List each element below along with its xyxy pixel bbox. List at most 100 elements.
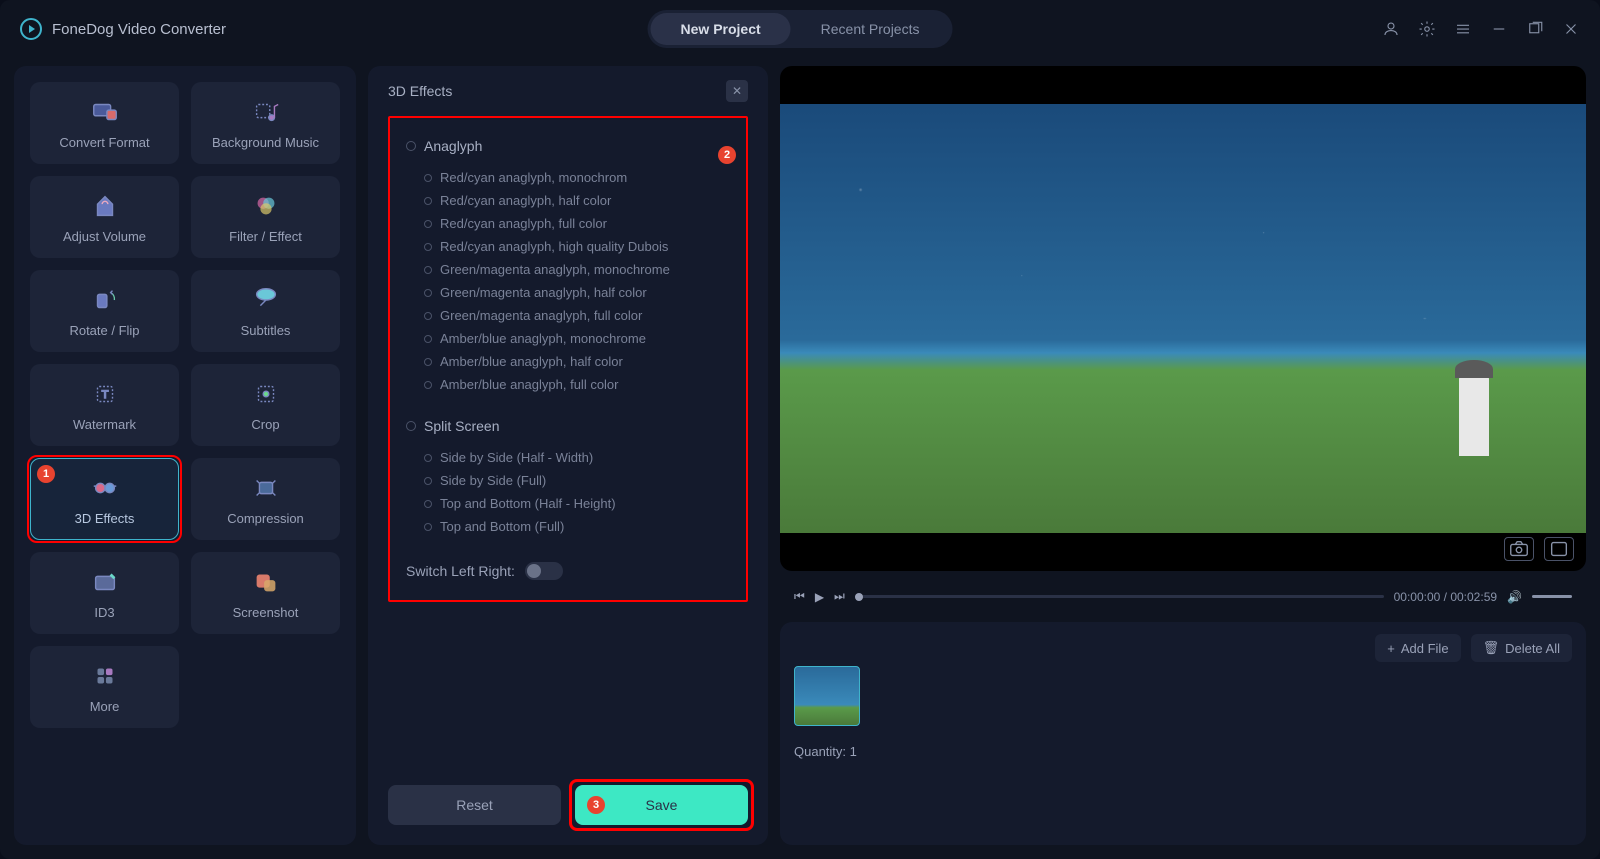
option-split-0[interactable]: Side by Side (Half - Width) [424,446,730,469]
group-anaglyph[interactable]: Anaglyph [406,138,730,154]
maximize-icon[interactable] [1526,20,1544,38]
tool-label: Convert Format [59,135,149,150]
3d-glasses-icon [90,473,120,503]
tool-label: Subtitles [241,323,291,338]
tool-label: ID3 [94,605,114,620]
id3-icon [90,567,120,597]
option-anaglyph-4[interactable]: Green/magenta anaglyph, monochrome [424,258,730,281]
play-button[interactable]: ▶ [815,590,824,604]
rotate-icon [90,285,120,315]
logo-group: FoneDog Video Converter [20,18,226,40]
annotation-badge-1: 1 [37,465,55,483]
option-anaglyph-9[interactable]: Amber/blue anaglyph, full color [424,373,730,396]
option-anaglyph-2[interactable]: Red/cyan anaglyph, full color [424,212,730,235]
panel-body: 2 Anaglyph Red/cyan anaglyph, monochrom … [368,116,768,785]
annotation-badge-2: 2 [718,146,736,164]
annotation-badge-3: 3 [587,796,605,814]
option-split-2[interactable]: Top and Bottom (Half - Height) [424,492,730,515]
file-thumbnail[interactable] [794,666,860,726]
svg-text:T: T [101,388,108,400]
tool-screenshot[interactable]: Screenshot [191,552,340,634]
reset-button[interactable]: Reset [388,785,561,825]
menu-icon[interactable] [1454,20,1472,38]
player-timeline: ⏮ ▶ ⏭ 00:00:00 / 00:02:59 🔊 [780,583,1586,610]
app-title: FoneDog Video Converter [52,21,226,38]
file-list-panel: +Add File 🗑Delete All Quantity: 1 [780,622,1586,845]
tool-label: Filter / Effect [229,229,302,244]
quantity-display: Quantity: 1 [794,744,1572,759]
time-display: 00:00:00 / 00:02:59 [1394,590,1497,604]
add-file-button[interactable]: +Add File [1375,634,1460,662]
tool-label: Rotate / Flip [69,323,139,338]
option-anaglyph-7[interactable]: Amber/blue anaglyph, monochrome [424,327,730,350]
effects-panel: 3D Effects ✕ 2 Anaglyph Red/cyan anaglyp… [368,66,768,845]
tab-new-project[interactable]: New Project [651,13,791,45]
watermark-icon: T [90,379,120,409]
tool-crop[interactable]: Crop [191,364,340,446]
more-icon [90,661,120,691]
option-anaglyph-8[interactable]: Amber/blue anaglyph, half color [424,350,730,373]
tool-label: 3D Effects [75,511,135,526]
option-anaglyph-6[interactable]: Green/magenta anaglyph, full color [424,304,730,327]
filter-icon [251,191,281,221]
tool-label: Adjust Volume [63,229,146,244]
app-window: FoneDog Video Converter New Project Rece… [0,0,1600,859]
settings-icon[interactable] [1418,20,1436,38]
tool-label: Crop [251,417,279,432]
volume-icon[interactable]: 🔊 [1507,590,1522,604]
anaglyph-options: Red/cyan anaglyph, monochrom Red/cyan an… [406,166,730,396]
right-panel: ⏮ ▶ ⏭ 00:00:00 / 00:02:59 🔊 +Add File 🗑D… [780,66,1586,845]
close-panel-button[interactable]: ✕ [726,80,748,102]
music-icon [251,97,281,127]
split-options: Side by Side (Half - Width) Side by Side… [406,446,730,538]
prev-button[interactable]: ⏮ [794,589,805,604]
highlight-box-2: 2 Anaglyph Red/cyan anaglyph, monochrom … [388,116,748,602]
volume-bar[interactable] [1532,595,1572,598]
next-button[interactable]: ⏭ [834,589,845,604]
tool-3d-effects[interactable]: 1 3D Effects [30,458,179,540]
tool-more[interactable]: More [30,646,179,728]
option-split-1[interactable]: Side by Side (Full) [424,469,730,492]
preview-frame [780,104,1586,533]
minimize-icon[interactable] [1490,20,1508,38]
app-logo-icon [20,18,42,40]
tool-subtitles[interactable]: Subtitles [191,270,340,352]
tool-id3[interactable]: ID3 [30,552,179,634]
tool-label: Background Music [212,135,319,150]
close-icon[interactable] [1562,20,1580,38]
fullscreen-button[interactable] [1544,537,1574,561]
tool-watermark[interactable]: T Watermark [30,364,179,446]
panel-header: 3D Effects ✕ [368,66,768,116]
option-split-3[interactable]: Top and Bottom (Full) [424,515,730,538]
switch-left-right-toggle[interactable] [525,562,563,580]
subtitles-icon [251,285,281,315]
tab-recent-projects[interactable]: Recent Projects [791,13,950,45]
tool-label: More [90,699,120,714]
tool-label: Compression [227,511,304,526]
option-anaglyph-1[interactable]: Red/cyan anaglyph, half color [424,189,730,212]
tool-rotate-flip[interactable]: Rotate / Flip [30,270,179,352]
tool-adjust-volume[interactable]: Adjust Volume [30,176,179,258]
option-anaglyph-0[interactable]: Red/cyan anaglyph, monochrom [424,166,730,189]
preview-content [1459,376,1489,456]
group-split-screen[interactable]: Split Screen [406,418,730,434]
switch-left-right-row: Switch Left Right: [406,562,730,580]
screenshot-icon [251,567,281,597]
tool-filter-effect[interactable]: Filter / Effect [191,176,340,258]
volume-icon [90,191,120,221]
option-anaglyph-5[interactable]: Green/magenta anaglyph, half color [424,281,730,304]
crop-icon [251,379,281,409]
account-icon[interactable] [1382,20,1400,38]
plus-icon: + [1387,641,1395,656]
option-anaglyph-3[interactable]: Red/cyan anaglyph, high quality Dubois [424,235,730,258]
tool-background-music[interactable]: Background Music [191,82,340,164]
compression-icon [251,473,281,503]
snapshot-button[interactable] [1504,537,1534,561]
delete-all-button[interactable]: 🗑Delete All [1471,634,1572,662]
tool-compression[interactable]: Compression [191,458,340,540]
title-bar: FoneDog Video Converter New Project Rece… [0,0,1600,58]
main-area: Convert Format Background Music Adjust V… [0,58,1600,859]
file-actions: +Add File 🗑Delete All [1375,634,1572,662]
seek-bar[interactable] [855,595,1384,598]
tool-convert-format[interactable]: Convert Format [30,82,179,164]
